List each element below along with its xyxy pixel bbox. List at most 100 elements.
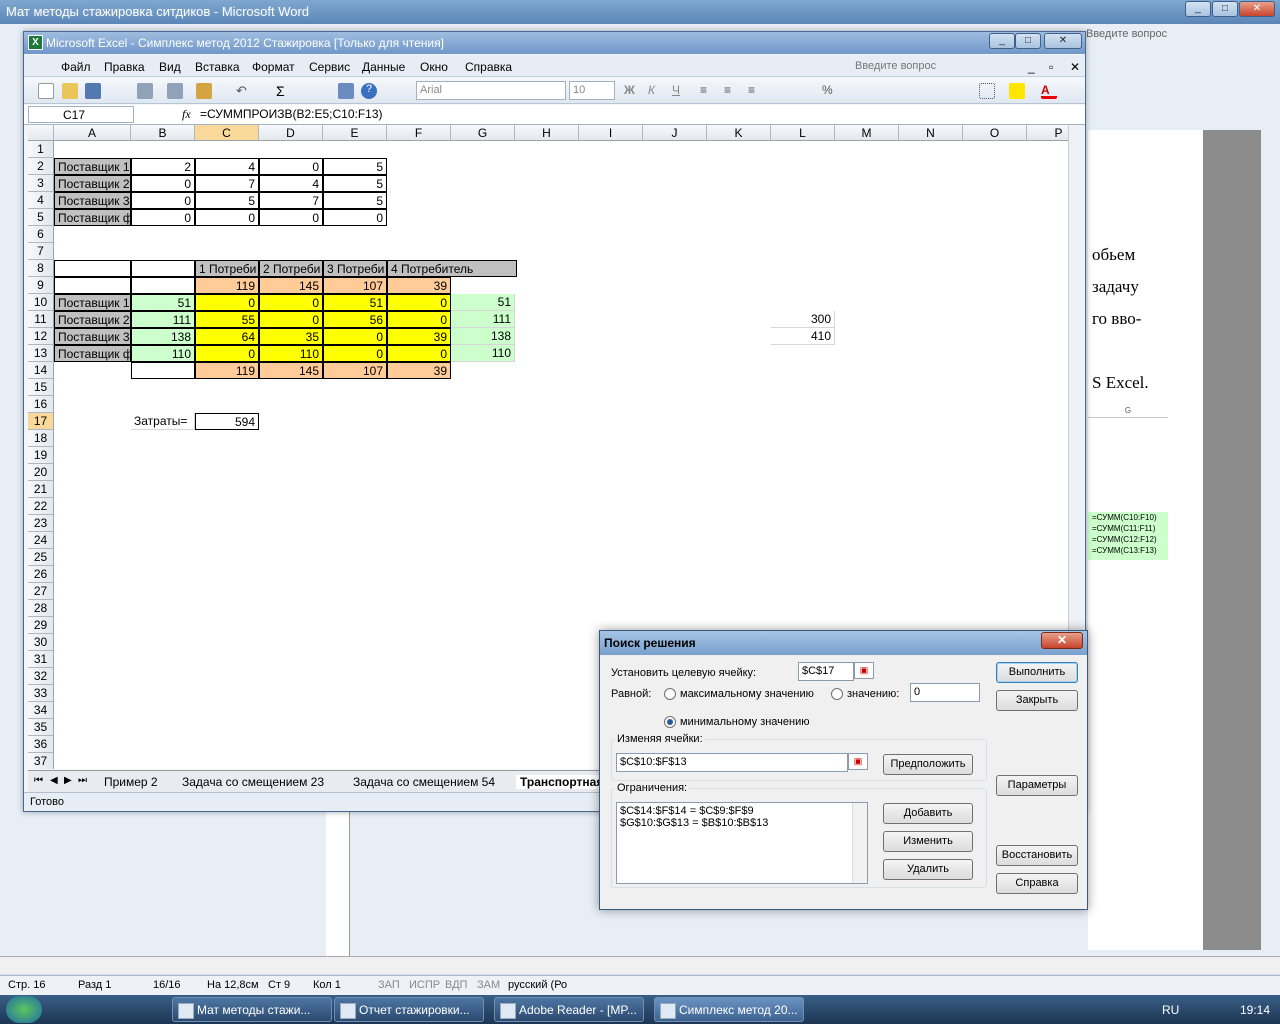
cell-a9[interactable] [54,277,131,294]
row-header-18[interactable]: 18 [28,430,54,447]
font-color-icon[interactable]: A [1041,83,1057,99]
row-header-9[interactable]: 9 [28,277,54,294]
column-header-g[interactable]: G [451,125,515,141]
cell-c12[interactable]: 64 [195,328,259,345]
align-left-icon[interactable]: ≡ [700,83,716,99]
menu-view[interactable]: Вид [159,60,181,74]
row-header-32[interactable]: 32 [28,668,54,685]
column-header-k[interactable]: K [707,125,771,141]
cell-b8[interactable] [131,260,195,277]
cell-a11[interactable]: Поставщик 2 [54,311,131,328]
constraints-scrollbar[interactable] [852,803,867,883]
font-name-select[interactable]: Arial [416,81,566,100]
cell-c17[interactable]: 594 [195,413,259,430]
cell-d14[interactable]: 145 [259,362,323,379]
min-radio[interactable] [664,716,676,728]
cell-b3[interactable]: 0 [131,175,195,192]
add-button[interactable]: Добавить [883,803,973,824]
excel-close-button[interactable]: ✕ [1044,33,1082,49]
status-trk[interactable]: ИСПР [409,979,440,991]
cell-e10[interactable]: 51 [323,294,387,311]
row-header-34[interactable]: 34 [28,702,54,719]
cell-e11[interactable]: 56 [323,311,387,328]
row-header-25[interactable]: 25 [28,549,54,566]
doc-restore-icon[interactable]: ▫ [1049,60,1053,74]
save-icon[interactable] [85,83,101,99]
cell-c8[interactable]: 1 Потреби [195,260,259,277]
menu-data[interactable]: Данные [362,60,405,74]
cell-f14[interactable]: 39 [387,362,451,379]
cell-a10[interactable]: Поставщик 1 [54,294,131,311]
cell-d8[interactable]: 2 Потреби [259,260,323,277]
help-search-input[interactable]: Введите вопрос [855,60,936,72]
row-header-1[interactable]: 1 [28,141,54,158]
value-input[interactable]: 0 [910,683,980,702]
cell-b14[interactable] [131,362,195,379]
word-help-input[interactable]: Введите вопрос [1086,28,1167,40]
guess-button[interactable]: Предположить [883,754,973,775]
language-indicator[interactable]: RU [1162,1003,1179,1017]
menu-window[interactable]: Окно [420,60,448,74]
collapse-dialog-icon[interactable]: ▣ [854,662,874,679]
row-header-35[interactable]: 35 [28,719,54,736]
row-header-27[interactable]: 27 [28,583,54,600]
borders-icon[interactable] [979,83,995,99]
doc-minimize-icon[interactable]: _ [1028,60,1035,74]
row-header-22[interactable]: 22 [28,498,54,515]
tab-sheet[interactable]: Пример 2 [104,775,158,789]
row-header-16[interactable]: 16 [28,396,54,413]
cell-g11[interactable]: 111 [451,311,515,328]
row-header-6[interactable]: 6 [28,226,54,243]
cell-c10[interactable]: 0 [195,294,259,311]
cell-b17[interactable]: Затраты= [131,413,195,430]
cell-l11[interactable]: 300 [771,311,835,328]
row-header-4[interactable]: 4 [28,192,54,209]
status-ovr[interactable]: ЗАМ [477,979,500,991]
horizontal-scrollbar[interactable] [0,956,1280,974]
tab-nav-last-icon[interactable]: ⏭ [78,775,87,786]
taskbar-item-report[interactable]: Отчет стажировки... [334,997,484,1022]
constraint-item[interactable]: $G$10:$G$13 = $B$10:$B$13 [620,817,864,829]
row-header-26[interactable]: 26 [28,566,54,583]
menu-format[interactable]: Формат [252,60,295,74]
cell-b12[interactable]: 138 [131,328,195,345]
cell-f9[interactable]: 39 [387,277,451,294]
menu-file[interactable]: Файл [61,60,91,74]
taskbar-item-adobe[interactable]: Adobe Reader - [MP... [494,997,644,1022]
cell-g13[interactable]: 110 [451,345,515,362]
cell-d2[interactable]: 0 [259,158,323,175]
cell-b2[interactable]: 2 [131,158,195,175]
cell-a5[interactable]: Поставщик ф [54,209,131,226]
column-header-j[interactable]: J [643,125,707,141]
column-header-m[interactable]: M [835,125,899,141]
autosum-icon[interactable]: Σ [276,83,292,99]
tab-sheet[interactable]: Задача со смещением 23 [182,775,324,789]
cell-f8[interactable]: 4 Потребитель [387,260,517,277]
row-header-33[interactable]: 33 [28,685,54,702]
tab-nav-prev-icon[interactable]: ◀ [50,775,58,786]
cell-d5[interactable]: 0 [259,209,323,226]
cell-a12[interactable]: Поставщик 3 [54,328,131,345]
align-right-icon[interactable]: ≡ [748,83,764,99]
preview-icon[interactable] [167,83,183,99]
name-box[interactable]: C17 [28,106,134,123]
cell-c5[interactable]: 0 [195,209,259,226]
cell-a8[interactable] [54,260,131,277]
undo-icon[interactable]: ↶ [236,83,252,99]
collapse-dialog-icon[interactable]: ▣ [848,753,868,770]
constraints-list[interactable]: $C$14:$F$14 = $C$9:$F$9 $G$10:$G$13 = $B… [616,802,868,884]
open-icon[interactable] [62,83,78,99]
cell-e8[interactable]: 3 Потреби [323,260,387,277]
cell-a3[interactable]: Поставщик 2 [54,175,131,192]
tab-sheet-active[interactable]: Транспортная [516,775,608,789]
font-size-select[interactable]: 10 [569,81,615,100]
cell-e5[interactable]: 0 [323,209,387,226]
minimize-button[interactable]: _ [1185,1,1211,17]
row-header-21[interactable]: 21 [28,481,54,498]
row-header-12[interactable]: 12 [28,328,54,345]
cell-f12[interactable]: 39 [387,328,451,345]
maximize-button[interactable]: □ [1212,1,1238,17]
cell-b9[interactable] [131,277,195,294]
start-button[interactable] [6,996,42,1023]
target-cell-input[interactable]: $C$17 [798,662,854,681]
